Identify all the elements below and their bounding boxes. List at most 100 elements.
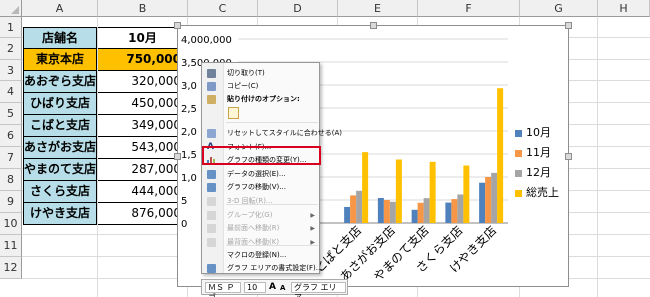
menu-item-label: データの選択(E)... bbox=[227, 170, 286, 178]
cell-store-name[interactable]: こばと支店 bbox=[23, 115, 97, 137]
row-header-4[interactable]: 4 bbox=[0, 81, 22, 103]
menu-item-scissors[interactable]: 切り取り(T) bbox=[202, 67, 319, 80]
cell-store-name[interactable]: けやき支店 bbox=[23, 203, 97, 225]
bar[interactable] bbox=[383, 200, 390, 223]
bar[interactable] bbox=[350, 195, 357, 223]
resize-handle[interactable] bbox=[565, 22, 572, 29]
row-header-10[interactable]: 10 bbox=[0, 213, 22, 235]
menu-item-register-macro[interactable]: マクロの登録(N)... bbox=[202, 249, 319, 262]
cell-store-name[interactable]: さくら支店 bbox=[23, 181, 97, 203]
menu-item-format-chart-area[interactable]: グラフ エリアの書式設定(F)... bbox=[202, 262, 322, 275]
bar[interactable] bbox=[417, 202, 424, 223]
chart-element-selector[interactable]: グラフ エリア bbox=[291, 282, 346, 297]
legend-swatch bbox=[515, 169, 522, 177]
cell-october-value[interactable]: 450,000 bbox=[98, 93, 188, 115]
column-header-c[interactable]: C bbox=[188, 0, 258, 17]
legend-item[interactable]: 総売上 bbox=[515, 184, 559, 200]
grow-font-button[interactable]: A bbox=[269, 282, 276, 292]
reset-style-icon bbox=[207, 129, 216, 138]
send-back-icon bbox=[207, 238, 216, 247]
menu-item-move-chart[interactable]: グラフの移動(V)... bbox=[202, 181, 319, 194]
row-header-11[interactable]: 11 bbox=[0, 235, 22, 257]
row-header-8[interactable]: 8 bbox=[0, 169, 22, 191]
group-icon bbox=[207, 211, 216, 220]
cell-october-value[interactable]: 349,000 bbox=[98, 115, 188, 137]
legend-item[interactable]: 12月 bbox=[515, 164, 551, 180]
row-header-1[interactable]: 1 bbox=[0, 17, 22, 38]
menu-item-paste-option[interactable] bbox=[202, 107, 319, 120]
submenu-arrow-icon: ▶ bbox=[310, 225, 315, 232]
y-tick-label: 2,0 bbox=[181, 127, 197, 138]
menu-item-copy[interactable]: コピー(C) bbox=[202, 80, 319, 93]
column-header-g[interactable]: G bbox=[520, 0, 598, 17]
resize-handle[interactable] bbox=[565, 153, 572, 160]
bar[interactable] bbox=[389, 201, 396, 223]
row-header-7[interactable]: 7 bbox=[0, 147, 22, 169]
bar[interactable] bbox=[451, 199, 458, 223]
header-october[interactable]: 10月 bbox=[98, 27, 188, 49]
cell-store-name[interactable]: あさがお支店 bbox=[23, 137, 97, 159]
bar[interactable] bbox=[377, 198, 384, 223]
font-size-box[interactable]: 10 bbox=[244, 282, 266, 293]
menu-item-paste[interactable]: 貼り付けのオプション: bbox=[202, 93, 319, 106]
row-header-12[interactable]: 12 bbox=[0, 257, 22, 279]
menu-item-label: グラフの移動(V)... bbox=[227, 183, 286, 191]
column-header-h[interactable]: H bbox=[598, 0, 650, 17]
menu-item-select-data[interactable]: データの選択(E)... bbox=[202, 168, 319, 181]
bar[interactable] bbox=[445, 202, 452, 223]
row-header-2[interactable]: 2 bbox=[0, 38, 22, 60]
column-header-b[interactable]: B bbox=[98, 0, 188, 17]
menu-item-rotate-3d: 3-D 回転(R)... bbox=[202, 195, 319, 208]
cell-store-name[interactable]: あおぞら支店 bbox=[23, 71, 97, 93]
cell-october-value[interactable]: 750,000 bbox=[98, 49, 188, 71]
resize-handle[interactable] bbox=[174, 22, 181, 29]
bar[interactable] bbox=[429, 161, 436, 223]
legend-item[interactable]: 11月 bbox=[515, 144, 551, 160]
cell-store-name[interactable]: 東京本店 bbox=[23, 49, 97, 71]
row-header-9[interactable]: 9 bbox=[0, 191, 22, 213]
format-chart-area-icon bbox=[207, 264, 216, 273]
row-header-5[interactable]: 5 bbox=[0, 103, 22, 125]
move-chart-icon bbox=[207, 183, 216, 192]
bar[interactable] bbox=[395, 159, 402, 223]
y-tick-label: 0 bbox=[181, 219, 187, 230]
bar[interactable] bbox=[362, 152, 369, 223]
font-name-box[interactable]: ＭＳ Ｐゴ bbox=[205, 282, 241, 297]
column-header-e[interactable]: E bbox=[338, 0, 418, 17]
cell-october-value[interactable]: 287,000 bbox=[98, 159, 188, 181]
mini-toolbar[interactable]: ＭＳ Ｐゴ 10 A A グラフ エリア bbox=[201, 279, 348, 297]
shrink-font-button[interactable]: A bbox=[280, 284, 285, 292]
bar[interactable] bbox=[497, 88, 504, 223]
menu-separator bbox=[226, 122, 318, 123]
bar[interactable] bbox=[485, 177, 492, 223]
cell-october-value[interactable]: 320,000 bbox=[98, 71, 188, 93]
bar[interactable] bbox=[344, 206, 351, 223]
y-tick-label: 5 bbox=[181, 196, 187, 207]
select-all-corner[interactable] bbox=[0, 0, 22, 17]
column-header-a[interactable]: A bbox=[22, 0, 98, 17]
resize-handle[interactable] bbox=[174, 153, 181, 160]
cell-store-name[interactable]: やまのて支店 bbox=[23, 159, 97, 181]
legend-label: 10月 bbox=[526, 126, 551, 139]
row-header-3[interactable]: 3 bbox=[0, 60, 22, 81]
bar[interactable] bbox=[491, 172, 498, 223]
bar[interactable] bbox=[463, 165, 470, 224]
cell-october-value[interactable]: 876,000 bbox=[98, 203, 188, 225]
bar[interactable] bbox=[356, 190, 363, 223]
cell-store-name[interactable]: ひばり支店 bbox=[23, 93, 97, 115]
bar[interactable] bbox=[457, 194, 464, 223]
menu-item-reset-style[interactable]: リセットしてスタイルに合わせる(A) bbox=[202, 127, 342, 140]
context-menu[interactable]: 切り取り(T) コピー(C) 貼り付けのオプション: リセットしてスタイルに合わせる(… bbox=[201, 62, 342, 275]
column-header-f[interactable]: F bbox=[418, 0, 520, 17]
resize-handle[interactable] bbox=[370, 22, 377, 29]
bar[interactable] bbox=[479, 182, 486, 223]
scissors-icon bbox=[207, 69, 216, 78]
legend-item[interactable]: 10月 bbox=[515, 124, 551, 140]
select-data-icon bbox=[207, 170, 216, 179]
bar[interactable] bbox=[423, 198, 430, 223]
column-header-d[interactable]: D bbox=[258, 0, 338, 17]
bar[interactable] bbox=[411, 209, 418, 223]
cell-october-value[interactable]: 444,000 bbox=[98, 181, 188, 203]
row-header-6[interactable]: 6 bbox=[0, 125, 22, 147]
header-store-name[interactable]: 店舗名 bbox=[23, 27, 97, 49]
